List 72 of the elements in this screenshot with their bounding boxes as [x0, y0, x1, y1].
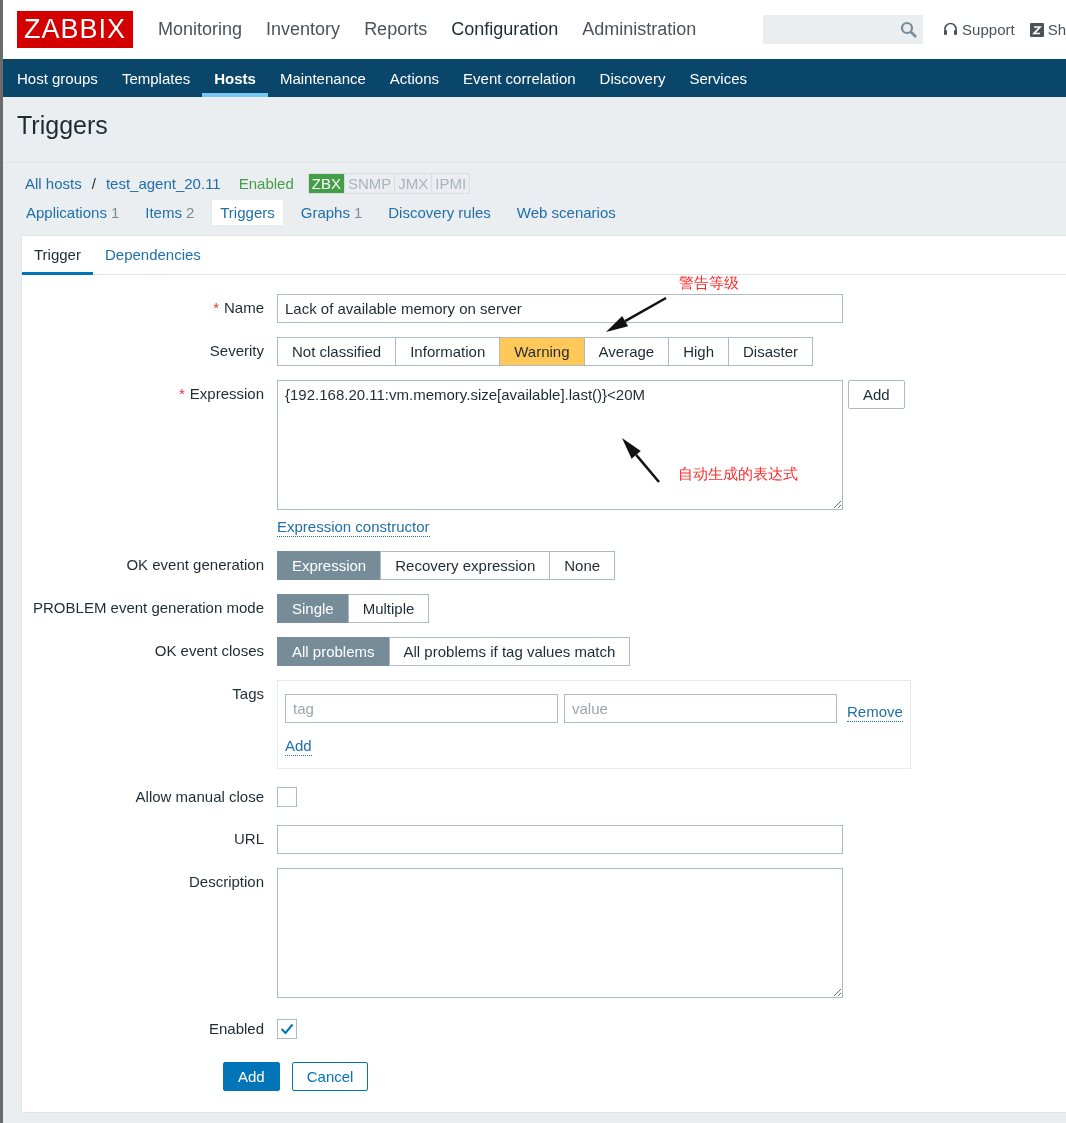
menu-item[interactable]: Reports	[352, 19, 440, 40]
checkbox[interactable]	[277, 787, 297, 807]
segment-button[interactable]: Recovery expression	[380, 551, 551, 580]
segment-button[interactable]: All problems if tag values match	[388, 637, 631, 666]
text-area[interactable]	[277, 868, 843, 998]
segment-button[interactable]: Average	[583, 337, 670, 366]
availability-badge: SNMP	[343, 174, 395, 193]
value-input[interactable]: value	[564, 694, 837, 723]
host-tab[interactable]: Triggers	[211, 199, 284, 226]
field-label: Tags	[232, 685, 264, 702]
host-tab[interactable]: Applications 1	[17, 199, 129, 226]
cancel-button[interactable]: Cancel	[291, 1062, 369, 1091]
checkmark-icon	[280, 1023, 294, 1035]
host-tab[interactable]: Graphs 1	[291, 199, 372, 226]
breadcrumb-link[interactable]: test_agent_20.11	[105, 175, 221, 192]
submenu-item[interactable]: Actions	[377, 59, 452, 97]
segment-button[interactable]: Information	[395, 337, 501, 366]
field-label: * Expression	[178, 385, 264, 402]
form-tab[interactable]: Dependencies	[92, 236, 213, 275]
segment-button[interactable]: None	[549, 551, 616, 580]
availability-badge: ZBX	[308, 174, 344, 193]
field-label: OK event closes	[154, 642, 264, 659]
submenu-item[interactable]: Templates	[109, 59, 203, 97]
annotation-arrow	[622, 438, 660, 483]
segment-button[interactable]: Multiple	[347, 594, 430, 623]
field-label: * Name	[213, 299, 264, 316]
text-input[interactable]	[277, 825, 843, 854]
add-button[interactable]: Add	[223, 1062, 280, 1091]
text-input[interactable]: Lack of available memory on server	[277, 294, 843, 323]
segment-button[interactable]: Warning	[499, 337, 585, 366]
submenu-item[interactable]: Hosts	[202, 59, 268, 97]
annotation-arrow	[606, 296, 667, 332]
menu-item[interactable]: Monitoring	[146, 19, 255, 40]
form-tab[interactable]: Trigger	[22, 236, 93, 275]
header-link[interactable]: Sh	[1047, 21, 1066, 38]
header-link[interactable]: Support	[962, 21, 1015, 38]
submenu-item[interactable]: Event correlation	[451, 59, 588, 97]
field-label: Severity	[209, 342, 264, 359]
menu-item[interactable]: Configuration	[439, 19, 571, 40]
segment-button[interactable]: Disaster	[728, 337, 814, 366]
submenu-item[interactable]: Maintenance	[267, 59, 378, 97]
annotation-text: 自动生成的表达式	[678, 465, 798, 484]
annotation-text: 警告等级	[679, 274, 739, 293]
breadcrumb-separator: /	[91, 175, 96, 192]
submenu-item[interactable]: Discovery	[587, 59, 678, 97]
segment-button[interactable]: High	[668, 337, 730, 366]
field-label: Description	[188, 873, 264, 890]
field-label: Enabled	[208, 1020, 264, 1037]
checkbox[interactable]	[277, 1019, 297, 1039]
field-label: URL	[234, 830, 264, 847]
host-tab[interactable]: Items 2	[136, 199, 204, 226]
add-button[interactable]: Add	[848, 380, 905, 409]
availability-badge: IPMI	[431, 174, 470, 193]
menu-item[interactable]: Inventory	[254, 19, 353, 40]
segment-button[interactable]: Not classified	[277, 337, 397, 366]
remove-link[interactable]: Remove	[847, 703, 903, 722]
submenu-item[interactable]: Host groups	[5, 59, 110, 97]
host-tab[interactable]: Discovery rules	[379, 199, 500, 226]
z-square-icon	[1029, 22, 1044, 37]
field-label: PROBLEM event generation mode	[33, 599, 264, 616]
menu-item[interactable]: Administration	[570, 19, 709, 40]
constructor-link[interactable]: Expression constructor	[277, 518, 430, 537]
availability-badge: JMX	[394, 174, 432, 193]
submenu-item[interactable]: Services	[677, 59, 759, 97]
breadcrumb-link[interactable]: All hosts	[25, 175, 82, 192]
add-link[interactable]: Add	[285, 737, 312, 756]
host-tab[interactable]: Web scenarios	[507, 199, 625, 226]
page-title: Triggers	[17, 111, 109, 140]
tag-input[interactable]: tag	[285, 694, 558, 723]
field-label: Allow manual close	[135, 788, 264, 805]
zabbix-logo[interactable]: ZABBIX	[17, 11, 134, 48]
field-label: OK event generation	[126, 556, 264, 573]
